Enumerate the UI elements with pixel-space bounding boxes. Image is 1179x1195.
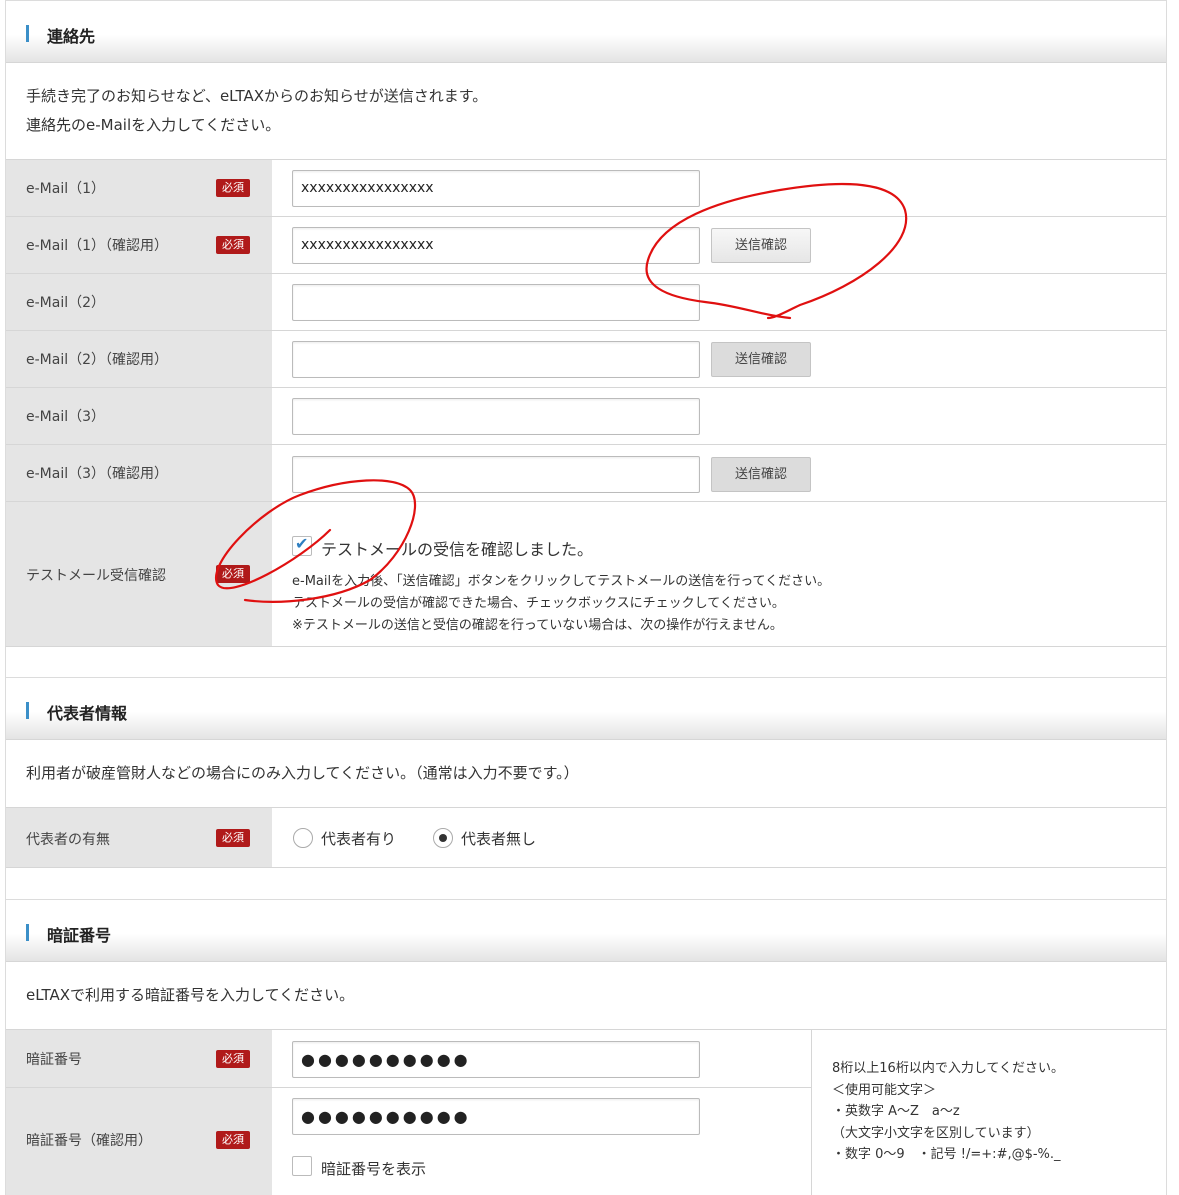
test-mail-note-2: テストメールの受信が確認できた場合、チェックボックスにチェックしてください。 [292,596,785,611]
show-pin-label[interactable]: 暗証番号を表示 [321,1158,426,1179]
pin-hint-2: ＜使用可能文字＞ [832,1082,937,1098]
email2-confirm-label: e-Mail（2）（確認用） [26,352,169,368]
representative-yes-radio[interactable] [293,828,313,848]
email1-confirm-input[interactable]: xxxxxxxxxxxxxxxx [292,227,700,264]
label-cell: 代表者の有無 必須 [6,808,272,867]
pin-input[interactable]: ●●●●●●●●●● [292,1041,700,1078]
test-mail-checkbox-label[interactable]: テストメールの受信を確認しました。 [321,536,593,560]
representative-row: 代表者の有無 必須 代表者有り 代表者無し [6,808,1166,868]
label-cell: テストメール受信確認 必須 [6,502,272,647]
pin-rows: 暗証番号 必須 暗証番号（確認用） 必須 ●●●●●●●●●● ●●●●●●●●… [6,1030,1166,1195]
pin-hint-1: 8桁以上16桁以内で入力してください。 [832,1061,1065,1076]
pin-hint-cell: 8桁以上16桁以内で入力してください。 ＜使用可能文字＞ ・英数字 A～Z a～… [811,1030,1166,1195]
pin-hint-3: ・英数字 A～Z a～z [832,1104,960,1119]
pin-input-divider [272,1087,811,1088]
email3-label: e-Mail（3） [26,409,106,425]
email2-confirm-row: e-Mail（2）（確認用） 送信確認 [6,331,1166,388]
email1-confirm-label: e-Mail（1）（確認用） [26,238,169,254]
required-badge: 必須 [216,565,250,583]
contact-desc-line2: 連絡先のe-Mailを入力してください。 [26,116,281,134]
section-accent-bar [26,25,29,42]
section-accent-bar [26,702,29,719]
representative-section: 代表者情報 利用者が破産管財人などの場合にのみ入力してください。（通常は入力不要… [5,677,1167,868]
pin-row-divider [6,1087,272,1088]
pin-section-header: 暗証番号 [6,900,1166,962]
email1-input[interactable]: xxxxxxxxxxxxxxxx [292,170,700,207]
test-mail-notes: e-Mailを入力後、「送信確認」ボタンをクリックしてテストメールの送信を行って… [292,571,830,637]
label-cell: e-Mail（2）（確認用） [6,331,272,387]
email1-label: e-Mail（1） [26,181,106,197]
section-gap [5,646,1167,678]
label-cell: e-Mail（3）（確認用） [6,445,272,501]
contact-description: 手続き完了のお知らせなど、eLTAXからのお知らせが送信されます。 連絡先のe-… [6,63,1166,160]
email2-confirm-input[interactable] [292,341,700,378]
checkmark-icon: ✔ [295,534,309,553]
contact-desc-line1: 手続き完了のお知らせなど、eLTAXからのお知らせが送信されます。 [26,87,488,105]
required-badge: 必須 [216,236,250,254]
radio-selected-dot [439,834,447,842]
label-cell: e-Mail（2） [6,274,272,330]
contact-section: 連絡先 手続き完了のお知らせなど、eLTAXからのお知らせが送信されます。 連絡… [5,0,1167,647]
representative-no-label[interactable]: 代表者無し [461,828,536,849]
section-accent-bar [26,924,29,941]
pin-description: eLTAXで利用する暗証番号を入力してください。 [6,962,1166,1030]
label-cell: 暗証番号 必須 暗証番号（確認用） 必須 [6,1030,272,1195]
pin-confirm-label: 暗証番号（確認用） [26,1133,152,1149]
representative-label: 代表者の有無 [26,832,110,848]
required-badge: 必須 [216,1050,250,1068]
pin-label: 暗証番号 [26,1052,82,1068]
representative-yes-label[interactable]: 代表者有り [321,828,396,849]
label-cell: e-Mail（3） [6,388,272,444]
test-mail-row: テストメール受信確認 必須 ✔ テストメールの受信を確認しました。 e-Mail… [6,502,1166,647]
send-confirm-button-2[interactable]: 送信確認 [711,342,811,377]
email3-confirm-input[interactable] [292,456,700,493]
pin-hint-5: ・数字 0～9 ・記号 !/=+:#,@$-%._ [832,1147,1061,1162]
email3-input[interactable] [292,398,700,435]
test-mail-label: テストメール受信確認 [26,568,166,584]
send-confirm-button-1[interactable]: 送信確認 [711,228,811,263]
required-badge: 必須 [216,829,250,847]
pin-section-title: 暗証番号 [47,926,112,945]
label-cell: e-Mail（1） 必須 [6,160,272,216]
email1-row: e-Mail（1） 必須 xxxxxxxxxxxxxxxx [6,160,1166,217]
representative-section-header: 代表者情報 [6,678,1166,740]
test-mail-note-3: ※テストメールの送信と受信の確認を行っていない場合は、次の操作が行えません。 [292,618,783,633]
pin-section: 暗証番号 eLTAXで利用する暗証番号を入力してください。 暗証番号 必須 暗証… [5,899,1167,1195]
email1-confirm-row: e-Mail（1）（確認用） 必須 xxxxxxxxxxxxxxxx 送信確認 [6,217,1166,274]
show-pin-checkbox[interactable] [292,1156,312,1176]
pin-confirm-input[interactable]: ●●●●●●●●●● [292,1098,700,1135]
pin-hint-4: （大文字小文字を区別しています） [832,1125,1040,1141]
email3-confirm-label: e-Mail（3）（確認用） [26,466,169,482]
email2-row: e-Mail（2） [6,274,1166,331]
representative-section-title: 代表者情報 [47,704,128,723]
contact-section-header: 連絡先 [6,1,1166,63]
send-confirm-button-3[interactable]: 送信確認 [711,457,811,492]
test-mail-checkbox[interactable]: ✔ [292,534,312,556]
email2-input[interactable] [292,284,700,321]
test-mail-note-1: e-Mailを入力後、「送信確認」ボタンをクリックしてテストメールの送信を行って… [292,574,831,589]
representative-no-radio[interactable] [433,828,453,848]
email3-row: e-Mail（3） [6,388,1166,445]
contact-section-title: 連絡先 [47,27,96,46]
email2-label: e-Mail（2） [26,295,106,311]
email3-confirm-row: e-Mail（3）（確認用） 送信確認 [6,445,1166,502]
representative-description: 利用者が破産管財人などの場合にのみ入力してください。（通常は入力不要です。） [6,740,1166,808]
required-badge: 必須 [216,179,250,197]
label-cell: e-Mail（1）（確認用） 必須 [6,217,272,273]
section-gap [5,867,1167,899]
required-badge: 必須 [216,1131,250,1149]
pin-hint: 8桁以上16桁以内で入力してください。 ＜使用可能文字＞ ・英数字 A～Z a～… [832,1058,1064,1166]
